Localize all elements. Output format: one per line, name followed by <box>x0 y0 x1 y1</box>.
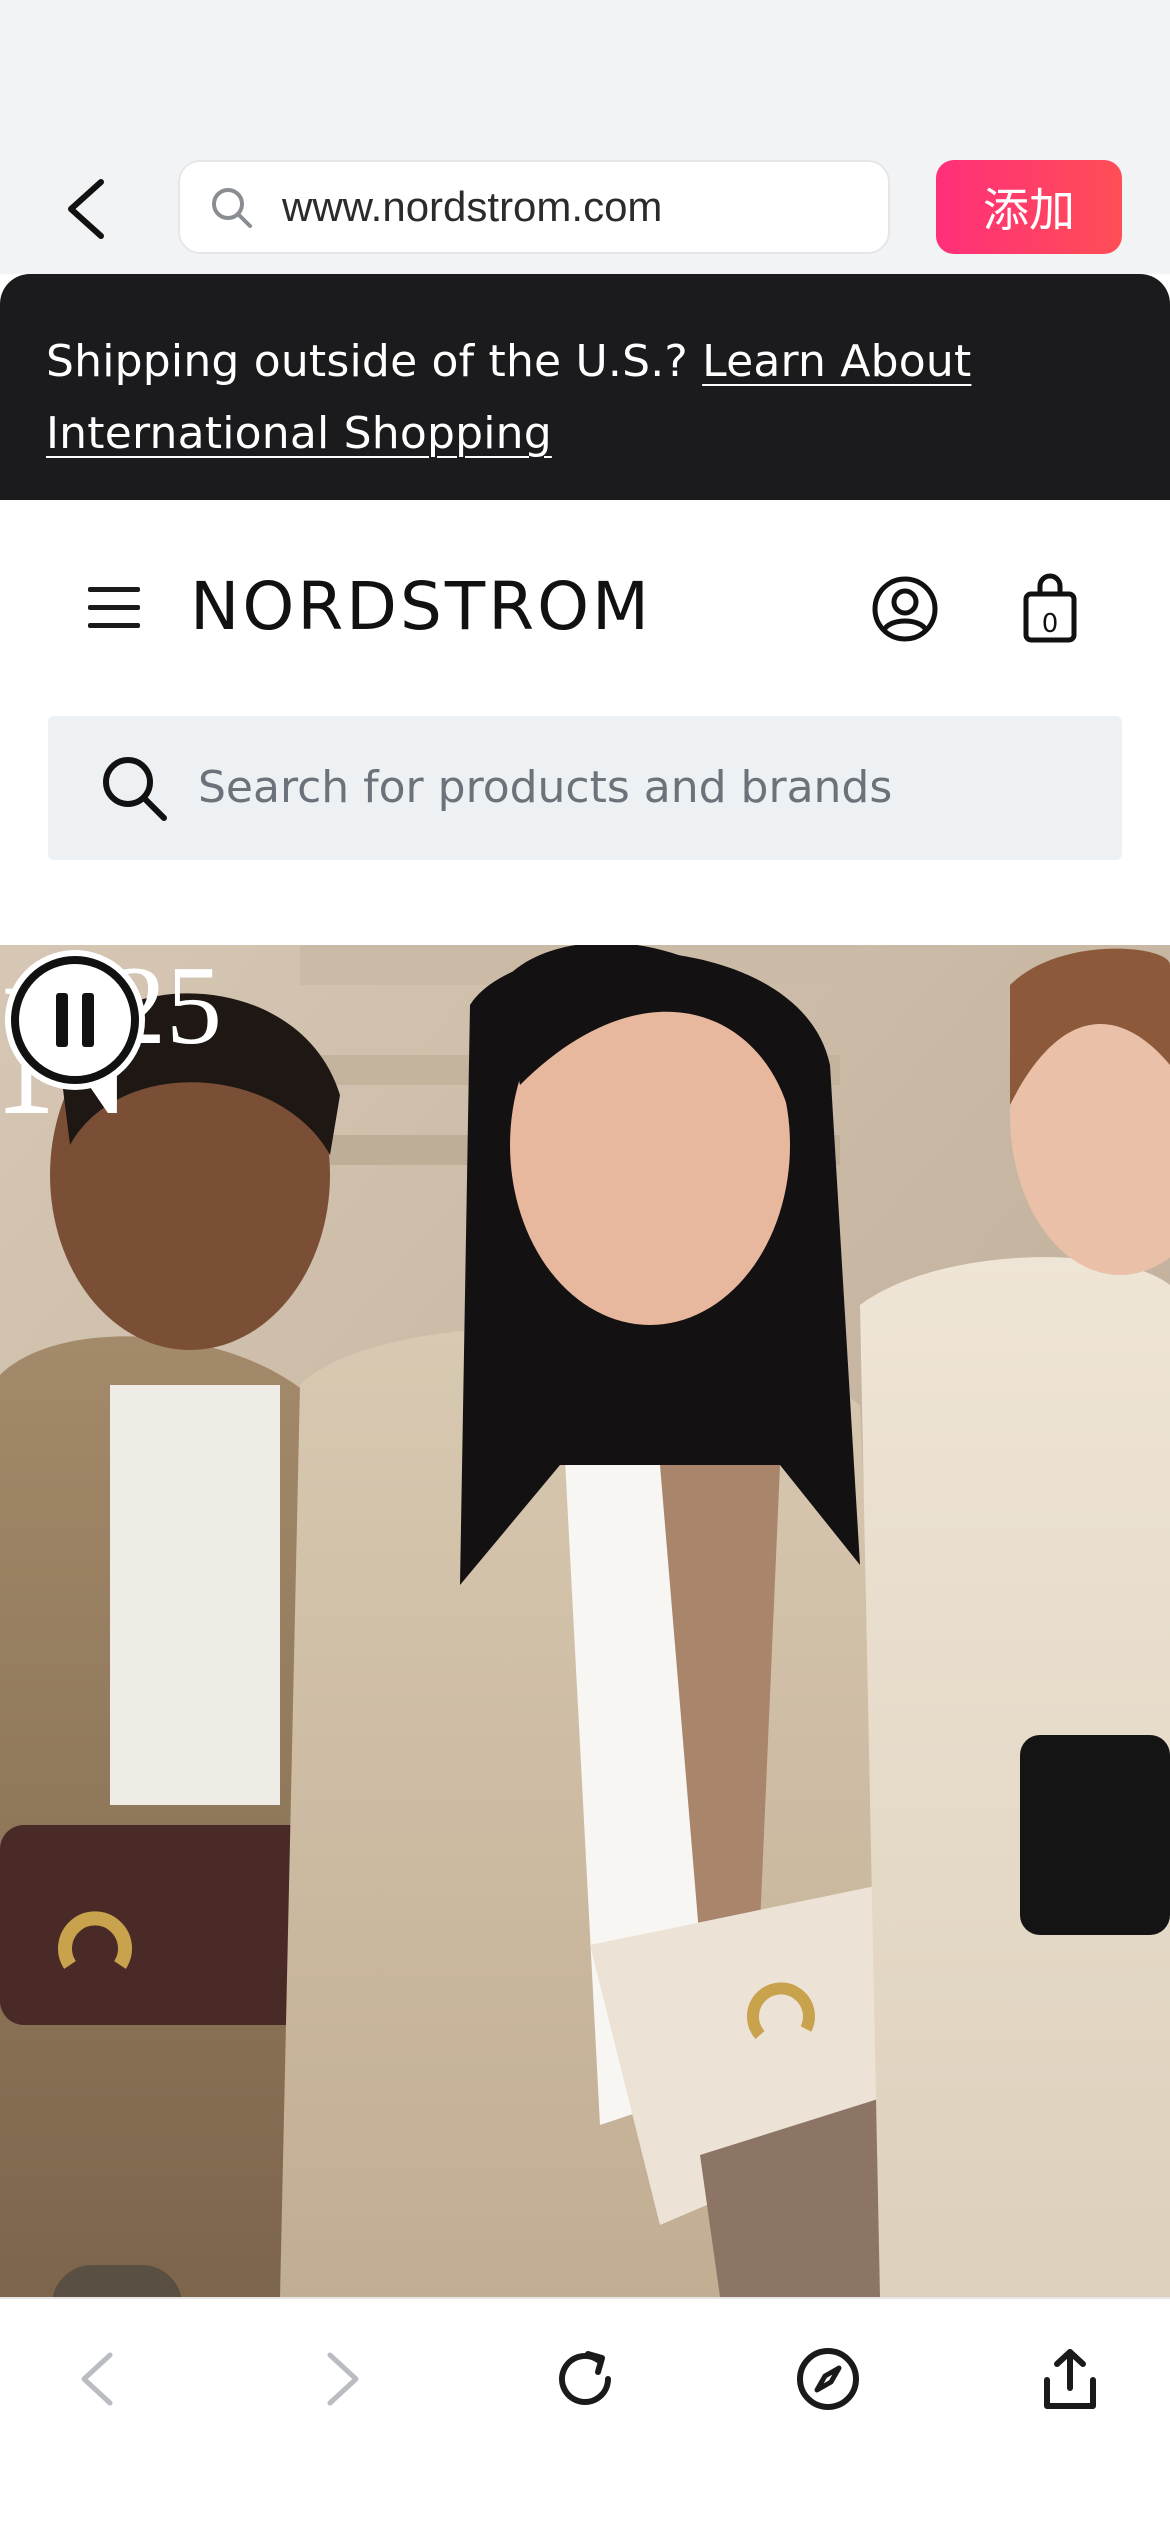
toolbar-reload-button[interactable] <box>535 2329 635 2429</box>
bag-count: 0 <box>1042 609 1059 639</box>
toolbar-share-button[interactable] <box>1020 2329 1120 2429</box>
forward-arrow-icon <box>327 2352 359 2406</box>
account-button[interactable] <box>870 574 940 644</box>
menu-button[interactable] <box>88 576 150 638</box>
hero-photo <box>0 945 1170 2297</box>
chevron-left-icon <box>68 179 104 239</box>
reload-icon <box>559 2351 611 2405</box>
site-search-input[interactable]: Search for products and brands <box>48 716 1122 860</box>
shopping-bag-icon: 0 <box>1023 573 1077 643</box>
hamburger-icon-line <box>88 622 140 628</box>
shipping-banner-text: Shipping outside of the U.S.? Learn Abou… <box>46 326 1124 470</box>
shipping-banner: Shipping outside of the U.S.? Learn Abou… <box>0 274 1170 500</box>
toolbar-back-button[interactable] <box>46 2329 146 2429</box>
back-arrow-icon <box>81 2352 113 2406</box>
add-button[interactable]: 添加 <box>936 160 1122 254</box>
browser-toolbar <box>0 2297 1170 2532</box>
url-field[interactable]: www.nordstrom.com <box>178 160 890 254</box>
slide-indicator <box>52 2265 182 2297</box>
compass-icon <box>797 2348 859 2410</box>
hero-banner-image[interactable]: N 25 <box>0 945 1170 2297</box>
search-icon <box>212 188 252 228</box>
toolbar-compass-button[interactable] <box>778 2329 878 2429</box>
status-bar <box>0 0 1170 140</box>
shopping-bag-button[interactable]: 0 <box>1020 572 1080 644</box>
shipping-banner-message: Shipping outside of the U.S.? <box>46 336 703 387</box>
site-header: NORDSTROM 0 Search for products and bran… <box>0 500 1170 860</box>
user-circle-icon <box>872 576 938 642</box>
search-placeholder: Search for products and brands <box>198 762 893 813</box>
search-icon <box>103 757 167 821</box>
browser-back-button[interactable] <box>52 172 118 246</box>
browser-address-bar: www.nordstrom.com 添加 <box>0 140 1170 274</box>
hamburger-icon-line <box>88 604 140 610</box>
nordstrom-logo[interactable]: NORDSTROM <box>190 572 652 642</box>
hamburger-icon-line <box>88 586 140 592</box>
pause-button[interactable] <box>0 945 150 1095</box>
share-icon <box>1044 2349 1096 2409</box>
url-text: www.nordstrom.com <box>282 183 663 230</box>
toolbar-forward-button[interactable] <box>294 2329 394 2429</box>
